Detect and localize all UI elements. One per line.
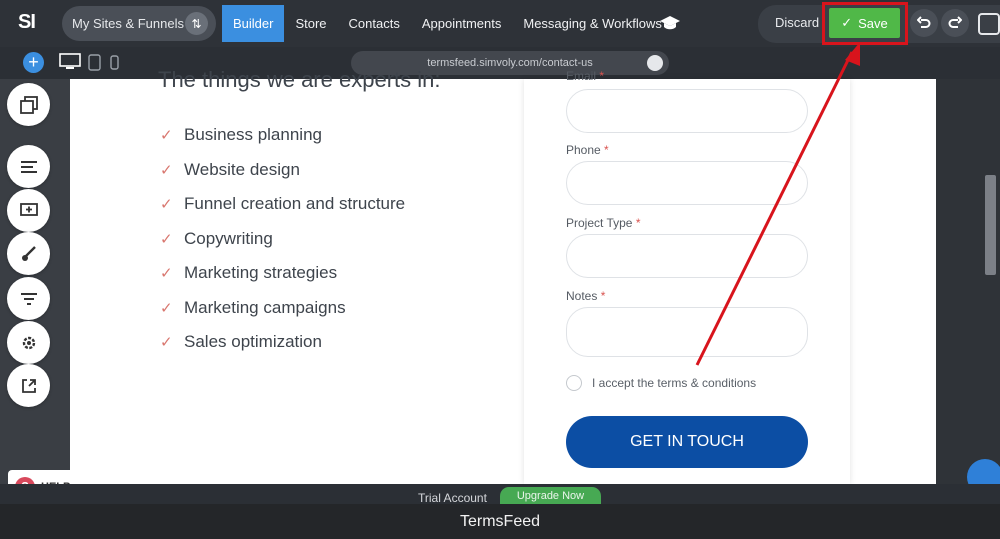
upgrade-now-button[interactable]: Upgrade Now	[500, 487, 601, 504]
page-settings-gear-icon[interactable]	[647, 55, 663, 71]
nav-store[interactable]: Store	[284, 5, 337, 42]
service-label: Marketing strategies	[184, 263, 338, 283]
save-button-label: Save	[858, 15, 888, 31]
trial-account-label: Trial Account	[418, 491, 487, 505]
right-gutter	[936, 79, 1000, 484]
notes-textarea[interactable]	[566, 307, 808, 357]
experts-heading: The things we are experts in:	[158, 67, 441, 92]
checkmark-icon: ✓	[160, 230, 173, 248]
phone-field[interactable]	[566, 161, 808, 205]
apps-grid-icon[interactable]	[978, 13, 1000, 35]
main-nav: Builder Store Contacts Appointments Mess…	[222, 5, 673, 42]
phone-label: Phone *	[566, 143, 609, 157]
list-item: ✓ Sales optimization	[160, 325, 405, 360]
notes-label: Notes *	[566, 289, 605, 303]
service-label: Funnel creation and structure	[184, 194, 406, 214]
accept-terms-row[interactable]: I accept the terms & conditions	[566, 375, 756, 391]
redo-button[interactable]	[941, 9, 969, 37]
layers-icon	[19, 95, 38, 114]
checkmark-icon: ✓	[160, 334, 173, 352]
nav-appointments[interactable]: Appointments	[411, 5, 513, 42]
required-mark: *	[600, 289, 606, 303]
undo-button[interactable]	[910, 9, 938, 37]
project-type-label: Project Type *	[566, 216, 641, 230]
list-lines-icon	[20, 160, 37, 173]
save-button[interactable]: ✓ Save	[829, 8, 900, 38]
list-item: ✓ Marketing campaigns	[160, 291, 405, 326]
get-in-touch-button[interactable]: GET IN TOUCH	[566, 416, 808, 468]
filter-tool-button[interactable]	[7, 277, 50, 320]
phone-label-text: Phone	[566, 143, 601, 157]
required-mark: *	[604, 143, 609, 157]
list-item: ✓ Business planning	[160, 118, 405, 153]
project-type-field[interactable]	[566, 234, 808, 278]
swap-arrows-icon: ⇅	[185, 12, 208, 35]
sites-funnels-label: My Sites & Funnels	[72, 16, 184, 31]
service-label: Sales optimization	[184, 332, 322, 352]
check-icon: ✓	[841, 15, 853, 30]
nav-messaging-workflows[interactable]: Messaging & Workflows	[512, 5, 672, 42]
service-label: Business planning	[184, 125, 322, 145]
gear-icon	[22, 336, 35, 349]
add-section-tool-button[interactable]	[7, 189, 50, 232]
service-label: Marketing campaigns	[184, 297, 346, 317]
pages-tool-button[interactable]	[7, 83, 50, 126]
discard-button[interactable]: Discard	[775, 15, 819, 30]
preview-tool-button[interactable]	[7, 364, 50, 407]
paintbrush-icon	[21, 245, 36, 261]
list-item: ✓ Website design	[160, 153, 405, 188]
accept-terms-radio[interactable]	[566, 375, 582, 391]
checkmark-icon: ✓	[160, 127, 173, 145]
undo-icon	[917, 16, 931, 28]
sites-funnels-button[interactable]: My Sites & Funnels ⇅	[62, 6, 216, 41]
services-list: ✓ Business planning ✓ Website design ✓ Funn…	[160, 118, 405, 360]
accept-terms-label: I accept the terms & conditions	[592, 376, 757, 390]
notes-label-text: Notes	[566, 289, 598, 303]
checkmark-icon: ✓	[160, 265, 173, 283]
external-link-icon	[21, 378, 36, 393]
project-type-label-text: Project Type	[566, 216, 633, 230]
service-label: Website design	[184, 159, 300, 179]
nav-contacts[interactable]: Contacts	[338, 5, 411, 42]
page-url: termsfeed.simvoly.com/contact-us	[427, 57, 593, 69]
app-logo[interactable]: SI	[18, 11, 36, 34]
required-mark: *	[599, 69, 605, 83]
checkmark-icon: ✓	[160, 299, 173, 317]
sections-tool-button[interactable]	[7, 145, 50, 188]
nav-builder[interactable]: Builder	[222, 5, 285, 42]
required-mark: *	[635, 216, 641, 230]
redo-icon	[948, 16, 962, 28]
filter-icon	[20, 292, 37, 305]
email-label: Email *	[566, 69, 604, 83]
email-label-text: Email	[566, 69, 597, 83]
service-label: Copywriting	[184, 228, 273, 248]
email-field[interactable]	[566, 89, 808, 133]
list-item: ✓ Marketing strategies	[160, 256, 405, 291]
graduation-cap-icon[interactable]	[659, 12, 681, 34]
add-screen-icon	[19, 202, 38, 216]
list-item: ✓ Copywriting	[160, 222, 405, 257]
design-tool-button[interactable]	[7, 232, 50, 275]
checkmark-icon: ✓	[160, 161, 173, 179]
list-item: ✓ Funnel creation and structure	[160, 187, 405, 222]
desktop-view-icon[interactable]	[58, 53, 82, 71]
add-element-button[interactable]: +	[23, 52, 44, 73]
settings-tool-button[interactable]	[7, 321, 50, 364]
mobile-view-icon[interactable]	[110, 55, 120, 70]
video-caption: TermsFeed	[0, 504, 1000, 539]
checkmark-icon: ✓	[160, 196, 173, 214]
canvas-scrollbar[interactable]	[985, 175, 996, 275]
tablet-view-icon[interactable]	[88, 54, 102, 71]
